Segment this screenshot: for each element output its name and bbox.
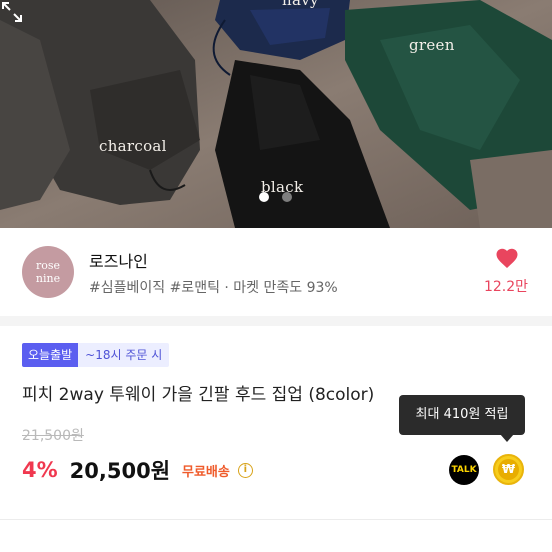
badge-order-cutoff: ~18시 주문 시 (78, 343, 170, 367)
avatar-text-line1: rose (35, 259, 61, 272)
store-info[interactable]: rose nine 로즈나인 #심플베이직 #로맨틱 · 마켓 만족도 93% … (0, 228, 552, 316)
color-label-navy: navy (282, 0, 319, 9)
carousel-dot[interactable] (282, 192, 292, 202)
points-coin-button[interactable]: ₩ (493, 454, 524, 485)
avatar-text-line2: nine (35, 272, 61, 285)
product-image-carousel[interactable]: navy green charcoal black (0, 0, 552, 228)
talk-chat-button[interactable]: TALK (449, 455, 479, 485)
free-shipping-label: 무료배송 (182, 464, 230, 480)
won-icon: ₩ (498, 459, 519, 480)
color-label-charcoal: charcoal (99, 137, 167, 155)
discount-rate: 4% (22, 458, 58, 482)
section-divider (0, 316, 552, 326)
bottom-divider (0, 519, 552, 520)
product-title: 피치 2way 투웨이 가을 긴팔 후드 집업 (8color) (22, 385, 375, 405)
carousel-indicator (259, 192, 292, 202)
store-tags: #심플베이직 #로맨틱 · 마켓 만족도 93% (89, 280, 338, 296)
sale-price: 20,500원 (69, 459, 171, 483)
like-count: 12.2만 (483, 279, 528, 295)
badge-today-shipping: 오늘출발 (22, 343, 79, 367)
heart-icon[interactable] (495, 247, 519, 269)
color-label-green: green (409, 36, 455, 54)
original-price: 21,500원 (22, 428, 84, 444)
tooltip-tail (500, 434, 514, 442)
info-icon[interactable]: i (237, 462, 253, 478)
expand-icon[interactable] (0, 0, 24, 24)
delivery-badge: 오늘출발 ~18시 주문 시 (22, 343, 170, 367)
store-avatar[interactable]: rose nine (22, 246, 74, 298)
points-tooltip: 최대 410원 적립 (399, 395, 525, 435)
carousel-dot-active[interactable] (259, 192, 269, 202)
price-row: 4% 20,500원 무료배송 i (22, 455, 253, 485)
store-name[interactable]: 로즈나인 (89, 248, 148, 272)
product-page: navy green charcoal black rose nine 로즈나인… (0, 0, 552, 552)
